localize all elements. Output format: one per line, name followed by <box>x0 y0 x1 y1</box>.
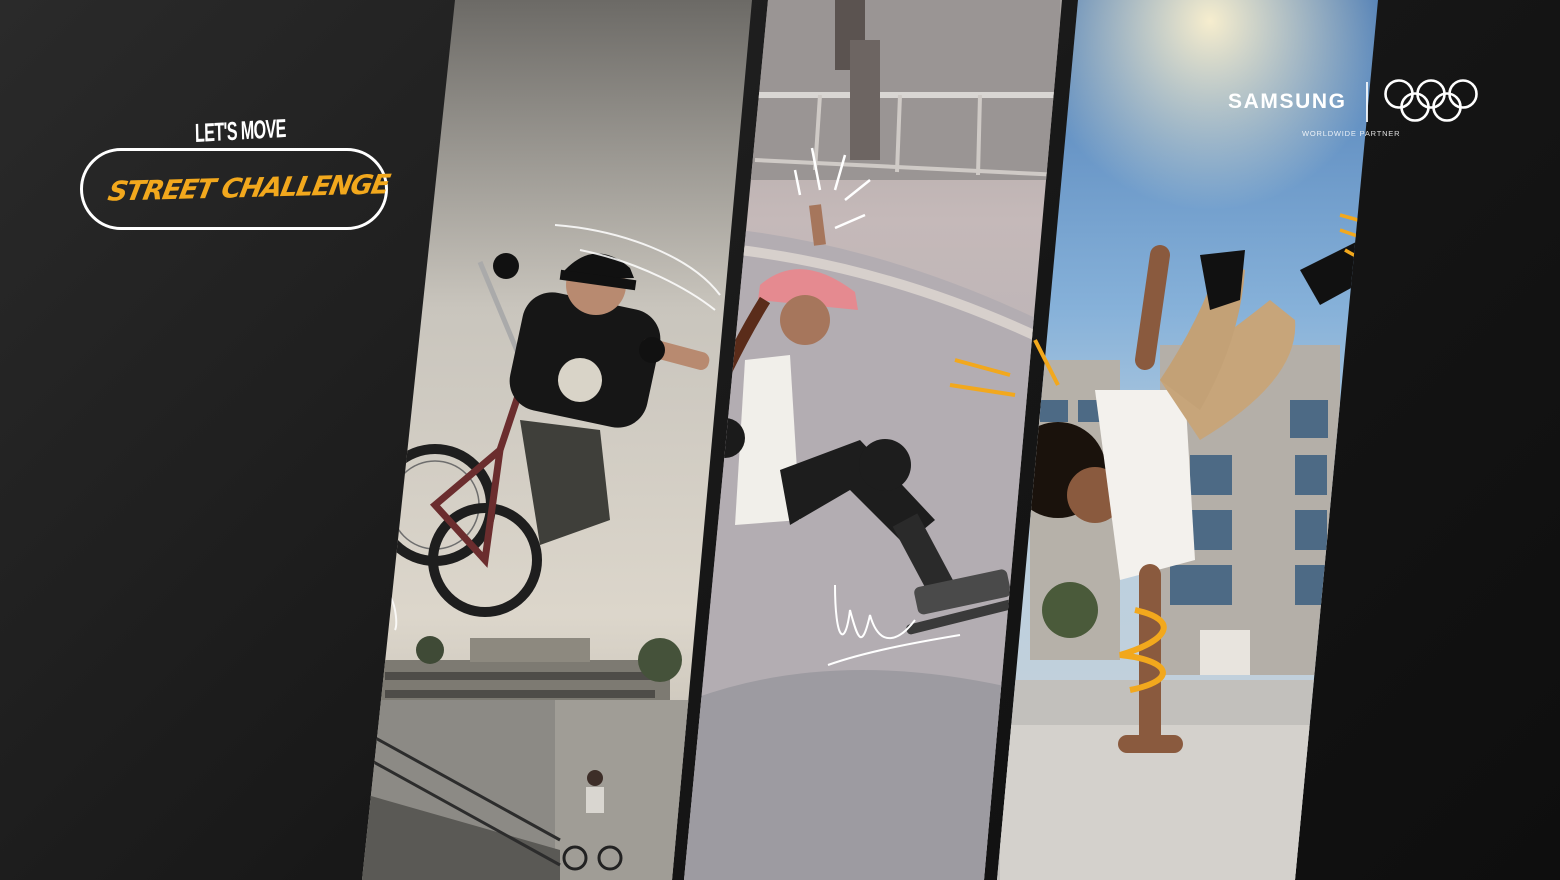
promo-banner: LET'S MOVE STREET CHALLENGE SAMSUNG WORL… <box>0 0 1560 880</box>
samsung-logo: SAMSUNG <box>1228 90 1347 113</box>
challenge-badge: STREET CHALLENGE <box>80 148 392 230</box>
olympic-rings-icon <box>1384 79 1478 122</box>
worldwide-partner-caption: WORLDWIDE PARTNER <box>1302 129 1401 138</box>
sponsor-divider <box>1366 82 1368 122</box>
sponsor-lockup: SAMSUNG WORLDWIDE PARTNER <box>1225 78 1485 148</box>
street-challenge-wordmark: STREET CHALLENGE <box>105 169 392 208</box>
challenge-logo: LET'S MOVE STREET CHALLENGE <box>80 110 395 240</box>
lets-move-wordmark: LET'S MOVE <box>194 112 287 148</box>
